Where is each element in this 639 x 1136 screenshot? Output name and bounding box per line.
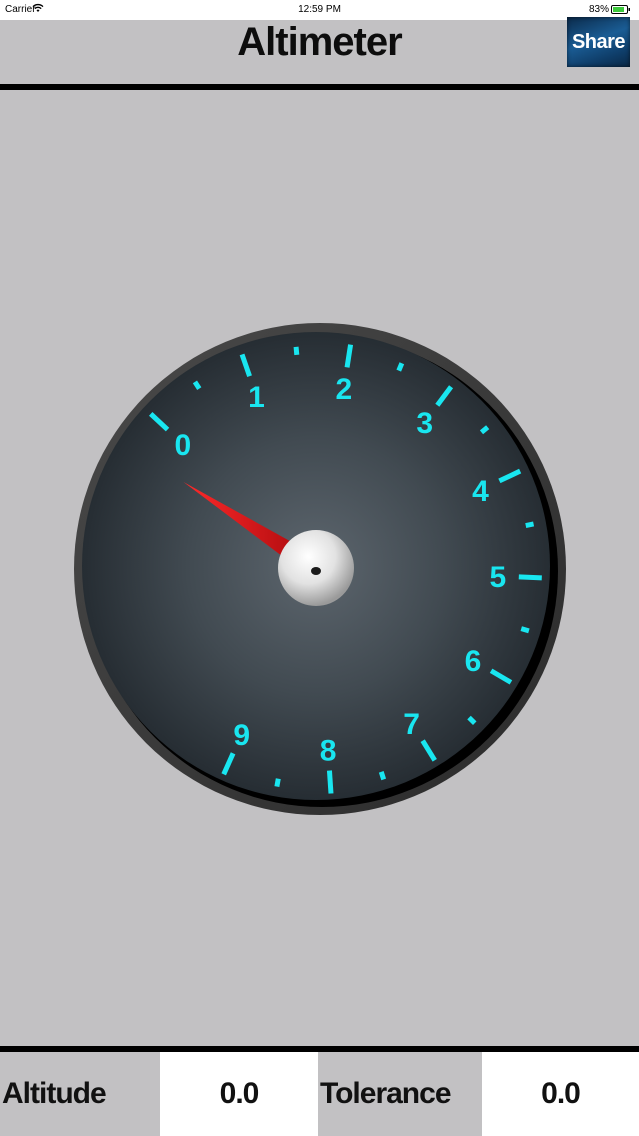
tolerance-value[interactable]: 0.0 (482, 1052, 639, 1136)
altitude-value: 0.0 (160, 1052, 318, 1136)
minor-tick (274, 778, 281, 787)
minor-tick (378, 771, 387, 781)
minor-tick (396, 362, 405, 372)
tick-label: 6 (465, 645, 482, 678)
minor-tick (520, 626, 530, 634)
header-divider (0, 84, 639, 90)
tick-label: 3 (416, 407, 433, 440)
tick-label: 8 (320, 735, 337, 768)
tick-label: 2 (335, 373, 352, 406)
clock: 12:59 PM (298, 4, 341, 15)
readout-bar: Altitude 0.0 Tolerance 0.0 (0, 1052, 639, 1136)
tick-label: 5 (489, 561, 506, 594)
tick-label: 4 (472, 475, 489, 508)
tick-label: 9 (233, 719, 250, 752)
minor-tick (293, 346, 300, 356)
major-tick (326, 770, 334, 794)
page-title: Altimeter (237, 20, 402, 64)
tolerance-label: Tolerance (318, 1052, 484, 1136)
status-bar: Carrier 12:59 PM 83% (0, 0, 639, 20)
altitude-label: Altitude (0, 1052, 162, 1136)
altimeter-gauge: 0 1 2 3 4 5 6 7 8 9 (74, 323, 566, 815)
gauge-hub-pin (311, 567, 321, 575)
major-tick (518, 574, 542, 581)
major-tick (344, 344, 354, 368)
tick-label: 1 (248, 381, 265, 414)
tick-label: 7 (403, 708, 420, 741)
share-button[interactable]: Share (567, 17, 630, 67)
battery-percent: 83% (588, 4, 609, 15)
tick-label: 0 (175, 429, 192, 462)
nav-bar: Altimeter Share (0, 17, 639, 84)
minor-tick (525, 521, 535, 528)
battery-icon (611, 5, 630, 14)
